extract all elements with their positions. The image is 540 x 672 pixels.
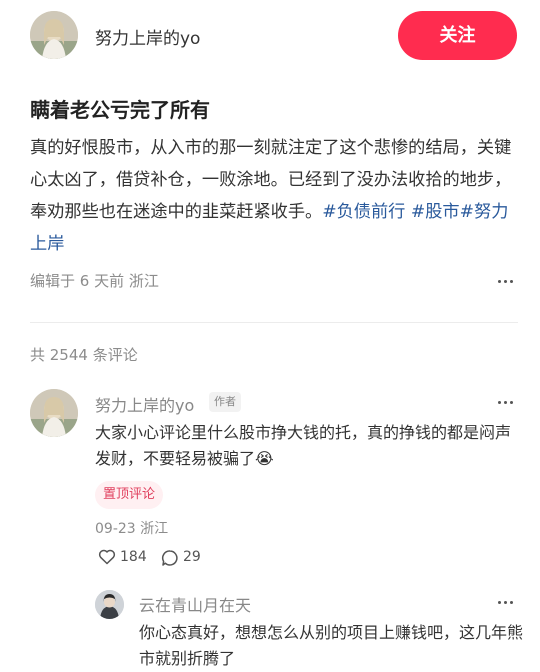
post-title: 瞒着老公亏完了所有 — [30, 98, 210, 122]
author-name[interactable]: 努力上岸的yo — [95, 24, 200, 49]
follow-button[interactable]: 关注 — [398, 11, 517, 60]
comment-count: 共 2544 条评论 — [30, 346, 138, 364]
reply-more-icon[interactable] — [496, 599, 516, 607]
author-avatar-image — [30, 11, 78, 59]
comment-text: 大家小心评论里什么股市挣大钱的托，真的挣钱的都是闷声发财，不要轻易被骗了😭 — [95, 420, 520, 472]
reply-count: 29 — [183, 549, 201, 565]
reply-avatar[interactable] — [95, 590, 124, 619]
comment-more-icon[interactable] — [496, 399, 516, 407]
author-avatar[interactable] — [30, 11, 78, 59]
reply-text: 你心态真好，想想怎么从别的项目上赚钱吧，这几年熊市就别折腾了 — [139, 623, 524, 668]
post-body: 真的好恨股市，从入市的那一刻就注定了这个悲惨的结局，关键心太凶了，借贷补仓，一败… — [30, 132, 516, 260]
pinned-badge: 置顶评论 — [95, 481, 164, 509]
comment-bubble-icon — [161, 550, 178, 566]
post-meta: 编辑于 6 天前 浙江 — [30, 272, 159, 290]
comment-avatar-image — [30, 389, 78, 437]
reply-avatar-image — [95, 590, 124, 619]
post-header: 努力上岸的yo 关注 — [0, 0, 540, 72]
like-count: 184 — [120, 549, 147, 565]
comment-meta: 09-23 浙江 — [95, 521, 169, 537]
comment-avatar[interactable] — [30, 389, 78, 437]
comment-text-body: 大家小心评论里什么股市挣大钱的托，真的挣钱的都是闷声发财，不要轻易被骗了 — [95, 423, 512, 468]
post-more-icon[interactable] — [496, 278, 516, 286]
crying-emoji-icon: 😭 — [255, 449, 274, 468]
comment-author-name[interactable]: 努力上岸的yo — [95, 392, 194, 416]
hashtag-link[interactable]: #负债前行 — [322, 202, 405, 222]
author-badge: 作者 — [209, 392, 241, 412]
divider — [30, 322, 518, 323]
reply-author-name[interactable]: 云在青山月在天 — [139, 592, 251, 616]
hashtag-link[interactable]: #股市 — [411, 202, 460, 222]
heart-icon — [98, 549, 116, 565]
